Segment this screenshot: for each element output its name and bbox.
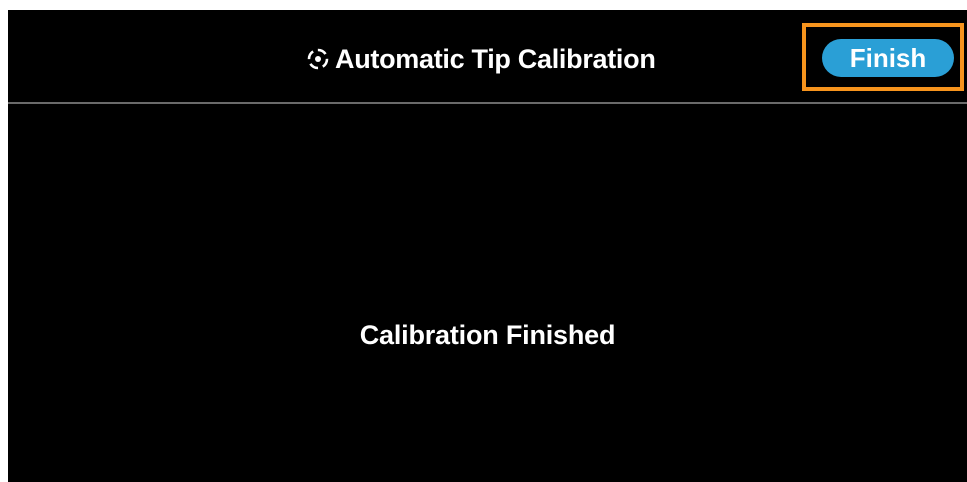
page-title-text: Automatic Tip Calibration [335,43,656,74]
crosshair-target-icon [307,48,329,70]
calibration-screen: Automatic Tip Calibration Finish Calibra… [8,10,967,482]
header-divider [8,102,967,104]
finish-button[interactable]: Finish [822,39,954,77]
header-bar: Automatic Tip Calibration Finish [8,10,967,102]
page-title: Automatic Tip Calibration [305,43,656,75]
status-message: Calibration Finished [359,320,616,350]
